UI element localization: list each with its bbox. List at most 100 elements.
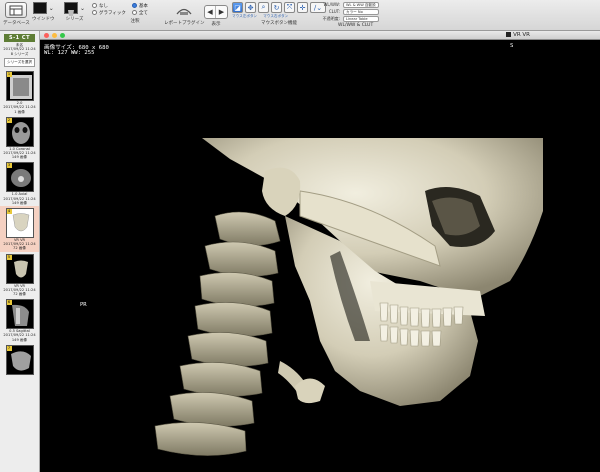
window-tool[interactable]: ⌄ ウインドウ (32, 2, 55, 22)
series-index-badge: 4 (6, 209, 12, 215)
series-count: 149 画像 (11, 200, 28, 205)
wlww-tool-icon[interactable]: ◪ (232, 2, 243, 13)
series-item[interactable]: 3 1.0 Axial 2017/09/22 11:24 149 画像 (0, 160, 39, 206)
select-series-button[interactable]: シリーズを選択 (4, 58, 35, 68)
wlww-select[interactable]: WL & WW 自動設 (343, 1, 379, 8)
series-thumbnail: 1 (5, 71, 34, 102)
wlww-clut-label: WL/WW & CLUT (338, 23, 374, 28)
radio-all-circle (131, 10, 137, 15)
series-count: 149 画像 (11, 155, 28, 160)
series-label: シリーズ (65, 17, 84, 22)
report-plugin-icon (173, 2, 195, 18)
mouse-tools-group: ◪ ✥ ⌕ ↻ ⤧ ✛ ∕⌄ マウス左ボタン マウス右ボタン マウスボタン機能 (232, 2, 326, 26)
nav-label: 表示 (211, 22, 221, 27)
opacity-select[interactable]: Linear Table (343, 15, 379, 22)
volume-rendering (154, 138, 543, 456)
clut-row-label: CLUT: (328, 9, 340, 14)
series-tool[interactable]: ⌄ シリーズ (64, 2, 85, 22)
viewer-doc-icon (506, 32, 512, 37)
viewer-title: VR VR (506, 32, 530, 38)
series-index-badge: 5 (6, 254, 12, 260)
series-item[interactable]: 1 2.0 2017/09/22 11:24 1 画像 (0, 69, 39, 115)
series-thumbnail: 6 (5, 299, 34, 330)
series-thumbnail: 2 (5, 116, 34, 147)
opacity-row-label: 不透明度: (322, 15, 340, 21)
study-info: 未名 2017/09/22 11:24 8 シリーズ (0, 43, 39, 56)
viewer-title-text: VR VR (513, 32, 530, 38)
report-plugin-tool[interactable]: レポートプラグイン (164, 2, 205, 26)
clut-select[interactable]: カラー No (343, 8, 379, 15)
series-index-badge: 7 (6, 345, 12, 351)
scroll-tool-icon[interactable]: ✛ (297, 2, 308, 13)
nav-tool: ◀ ▶ 表示 (204, 2, 228, 27)
mouse-left-label: マウス左ボタン (232, 14, 258, 18)
arrow-right-icon[interactable]: ▶ (216, 6, 227, 18)
series-item[interactable]: 2 1.0 Coronal 2017/09/22 11:24 149 画像 (0, 115, 39, 161)
pan-tool-icon[interactable]: ⤧ (284, 2, 295, 13)
series-index-badge: 3 (6, 163, 12, 169)
annotation-tool: なし グラフィック 基本 全て 注釈 (92, 2, 148, 24)
radio-basic[interactable]: 基本 (131, 2, 148, 9)
series-count: 72 画像 (13, 292, 26, 297)
close-window-button[interactable] (44, 33, 49, 38)
series-index-badge: 2 (6, 117, 12, 123)
window-icon (32, 2, 47, 14)
wlww-row: WL/WW: WL & WW 自動設 (318, 1, 379, 8)
radio-graphic[interactable]: グラフィック (92, 9, 126, 16)
radio-all[interactable]: 全て (131, 9, 148, 16)
series-item-selected[interactable]: 4 VR VR 2017/09/22 11:24 72 画像 (0, 206, 39, 252)
database-icon (5, 2, 28, 18)
radio-basic-label: 基本 (138, 3, 148, 9)
clut-row: CLUT: カラー No (318, 8, 379, 15)
series-item[interactable]: 6 0.5 Sagittal 2017/09/22 11:24 149 画像 (0, 297, 39, 343)
series-thumbnail: 3 (5, 162, 34, 193)
series-sidebar: S-1 CT 未名 2017/09/22 11:24 8 シリーズ シリーズを選… (0, 31, 40, 472)
arrow-left-icon[interactable]: ◀ (205, 6, 216, 18)
zoom-tool-icon[interactable]: ⌕ (258, 2, 269, 13)
radio-none-label: なし (99, 3, 108, 9)
orientation-left-label: PR (80, 302, 87, 308)
mouse-right-label: マウス右ボタン (263, 14, 289, 18)
radio-all-label: 全て (138, 10, 148, 16)
volume-render-canvas[interactable] (40, 41, 600, 472)
series-count: 72 画像 (13, 246, 26, 251)
radio-basic-circle (131, 3, 137, 8)
radio-graphic-label: グラフィック (99, 10, 126, 16)
series-count: 149 画像 (11, 337, 28, 342)
series-index-badge: 6 (6, 300, 12, 306)
minimize-window-button[interactable] (52, 33, 57, 38)
window-label: ウインドウ (32, 17, 55, 22)
rotate-tool-icon[interactable]: ↻ (271, 2, 282, 13)
zoom-window-button[interactable] (60, 33, 65, 38)
study-tag[interactable]: S-1 CT (4, 34, 35, 42)
mouse-label: マウスボタン機能 (261, 21, 297, 26)
main-toolbar: データベース ⌄ ウインドウ ⌄ シリーズ なし グラフィック 基本 全て 注釈… (0, 0, 600, 31)
radio-graphic-circle (92, 10, 97, 15)
database-tool[interactable]: データベース (3, 2, 30, 26)
dropdown-arrow-icon: ⌄ (48, 4, 54, 12)
series-thumbnail: 5 (5, 253, 34, 284)
wlww-clut-group: WL/WW: WL & WW 自動設 CLUT: カラー No 不透明度: Li… (318, 1, 379, 28)
series-count: 1 画像 (14, 109, 25, 114)
radio-none[interactable]: なし (92, 2, 126, 9)
series-thumbnail: 7 (5, 344, 34, 375)
viewer-title-bar: VR VR (40, 31, 600, 40)
wlww-row-label: WL/WW: (323, 2, 340, 7)
study-series-count: 8 シリーズ (10, 51, 29, 56)
radio-none-circle (92, 3, 97, 8)
series-item[interactable]: 5 VR VR 2017/09/22 11:24 72 画像 (0, 252, 39, 298)
series-icon (64, 2, 78, 16)
series-date: 2017/09/22 11:24 (3, 105, 36, 110)
mouse-tools: ◪ ✥ ⌕ ↻ ⤧ ✛ ∕⌄ (232, 2, 326, 13)
report-plugin-label: レポートプラグイン (164, 21, 205, 26)
series-index-badge: 1 (6, 72, 12, 78)
series-item[interactable]: 7 (0, 343, 39, 376)
opacity-row: 不透明度: Linear Table (318, 15, 379, 22)
series-thumbnail: 4 (5, 208, 34, 239)
database-label: データベース (3, 21, 30, 26)
annotation-label: 注釈 (130, 19, 140, 24)
viewer-window: VR VR 画像サイズ: 680 x 680 WL: 127 WW: 255 S (40, 31, 600, 472)
nav-segment: ◀ ▶ (204, 5, 228, 19)
move-tool-icon[interactable]: ✥ (245, 2, 256, 13)
dropdown-arrow-icon: ⌄ (80, 4, 86, 12)
